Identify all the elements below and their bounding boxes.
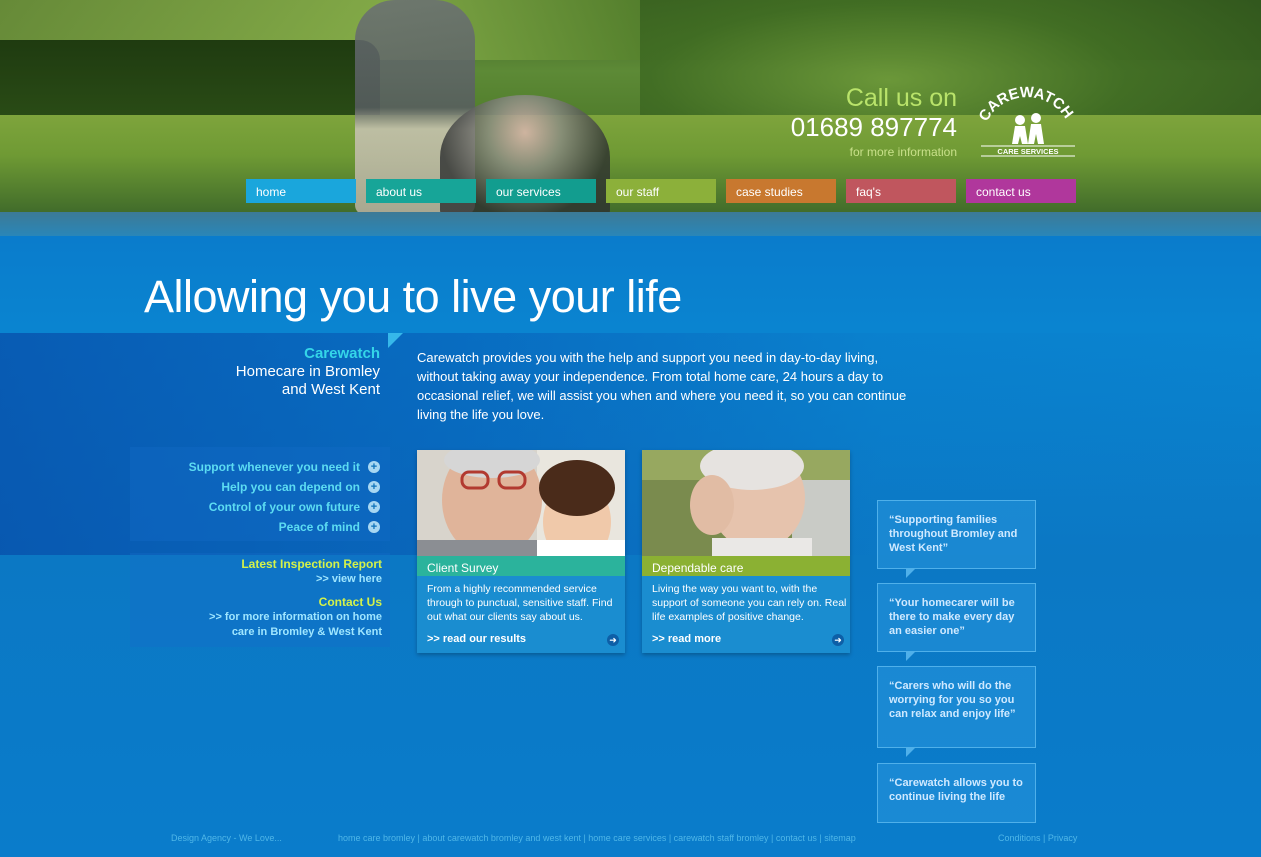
- side-link-control[interactable]: Control of your own future +: [170, 495, 390, 515]
- contact-link-1[interactable]: >> for more information on home: [150, 610, 382, 625]
- side-subtitle-1: Homecare in Bromley: [235, 363, 380, 380]
- side-link-label: Support whenever you need it: [188, 460, 360, 474]
- side-subtitle-2: and West Kent: [281, 381, 380, 398]
- side-link-label: Help you can depend on: [221, 480, 360, 494]
- footer: Design Agency - We Love... home care bro…: [0, 833, 1261, 849]
- footer-legal-links[interactable]: Conditions | Privacy: [998, 833, 1077, 843]
- phone-number[interactable]: 01689 897774: [760, 112, 957, 142]
- call-us-label: Call us on: [845, 84, 957, 112]
- side-links: Support whenever you need it + Help you c…: [170, 455, 390, 535]
- page-headline: Allowing you to live your life: [144, 271, 682, 322]
- banner-fade: [0, 212, 1261, 236]
- nav-about-us[interactable]: about us: [366, 179, 476, 203]
- card-body-dependable-care: Living the way you want to, with the sup…: [652, 583, 847, 623]
- footer-links[interactable]: home care bromley | about carewatch brom…: [338, 833, 856, 843]
- nav-our-staff[interactable]: our staff: [606, 179, 716, 203]
- quote-text: “Carers who will do the worrying for you…: [889, 680, 1016, 720]
- quote-bubble-4: “Carewatch allows you to continue living…: [877, 763, 1036, 823]
- header-banner: Call us on 01689 897774 for more informa…: [0, 0, 1261, 236]
- quote-text: “Carewatch allows you to continue living…: [889, 777, 1023, 803]
- intro-paragraph: Carewatch provides you with the help and…: [417, 350, 907, 422]
- inspection-link[interactable]: >> view here: [150, 572, 382, 587]
- banner-hedge: [0, 40, 380, 120]
- contact-link-2[interactable]: care in Bromley & West Kent: [150, 625, 382, 640]
- inspection-block: Latest Inspection Report >> view here Co…: [150, 556, 382, 640]
- side-link-help[interactable]: Help you can depend on +: [170, 475, 390, 495]
- logo-icon: CAREWATCH CARE SERVICES: [975, 84, 1077, 157]
- speech-tail: [906, 651, 916, 661]
- read-more-link[interactable]: >> read more: [652, 633, 721, 645]
- design-agency-link[interactable]: Design Agency - We Love...: [171, 833, 282, 843]
- call-us-block: Call us on 01689 897774 for more informa…: [760, 84, 957, 160]
- side-link-support[interactable]: Support whenever you need it +: [170, 455, 390, 475]
- elderly-woman-image: [642, 450, 850, 556]
- svg-text:CAREWATCH: CAREWATCH: [978, 84, 1077, 124]
- card-client-survey[interactable]: Client Survey From a highly recommended …: [417, 450, 625, 653]
- read-results-link[interactable]: >> read our results: [427, 633, 526, 645]
- speech-tail: [906, 747, 916, 757]
- card-label-dependable-care: Dependable care: [642, 556, 850, 576]
- arrow-right-icon[interactable]: ➜: [832, 634, 844, 646]
- carewatch-logo[interactable]: CAREWATCH CARE SERVICES: [975, 78, 1078, 158]
- contact-title: Contact Us: [318, 595, 382, 609]
- nav-contact-us[interactable]: contact us: [966, 179, 1076, 203]
- nav-home[interactable]: home: [246, 179, 356, 203]
- client-survey-photo: [417, 450, 625, 556]
- side-link-label: Peace of mind: [278, 520, 360, 534]
- plus-icon: +: [368, 481, 380, 493]
- card-body-client-survey: From a highly recommended service throug…: [427, 583, 613, 623]
- plus-icon: +: [368, 501, 380, 513]
- quote-text: “Supporting families throughout Bromley …: [889, 514, 1018, 554]
- quote-bubble-2: “Your homecarer will be there to make ev…: [877, 583, 1036, 661]
- nav-case-studies[interactable]: case studies: [726, 179, 836, 203]
- quote-text: “Your homecarer will be there to make ev…: [889, 597, 1015, 637]
- side-title: Carewatch: [304, 345, 380, 362]
- plus-icon: +: [368, 521, 380, 533]
- dependable-care-photo: [642, 450, 850, 556]
- arrow-right-icon[interactable]: ➜: [607, 634, 619, 646]
- nav-faqs[interactable]: faq's: [846, 179, 956, 203]
- side-link-label: Control of your own future: [208, 500, 360, 514]
- main-content: Allowing you to live your life Carewatch…: [0, 236, 1261, 857]
- inspection-title: Latest Inspection Report: [241, 557, 382, 571]
- logo-subtitle: CARE SERVICES: [997, 147, 1058, 156]
- intro-side-heading: Carewatch Homecare in Bromley and West K…: [170, 344, 380, 399]
- quote-bubble-1: “Supporting families throughout Bromley …: [877, 500, 1036, 578]
- more-info-label: for more information: [849, 145, 957, 159]
- quote-bubble-3: “Carers who will do the worrying for you…: [877, 666, 1036, 757]
- card-dependable-care[interactable]: Dependable care Living the way you want …: [642, 450, 850, 653]
- grandfather-child-image: [417, 450, 625, 556]
- plus-icon: +: [368, 461, 380, 473]
- corner-accent: [388, 333, 403, 348]
- side-link-peace[interactable]: Peace of mind +: [170, 515, 390, 535]
- speech-tail: [906, 568, 916, 578]
- card-label-client-survey: Client Survey: [417, 556, 625, 576]
- nav-our-services[interactable]: our services: [486, 179, 596, 203]
